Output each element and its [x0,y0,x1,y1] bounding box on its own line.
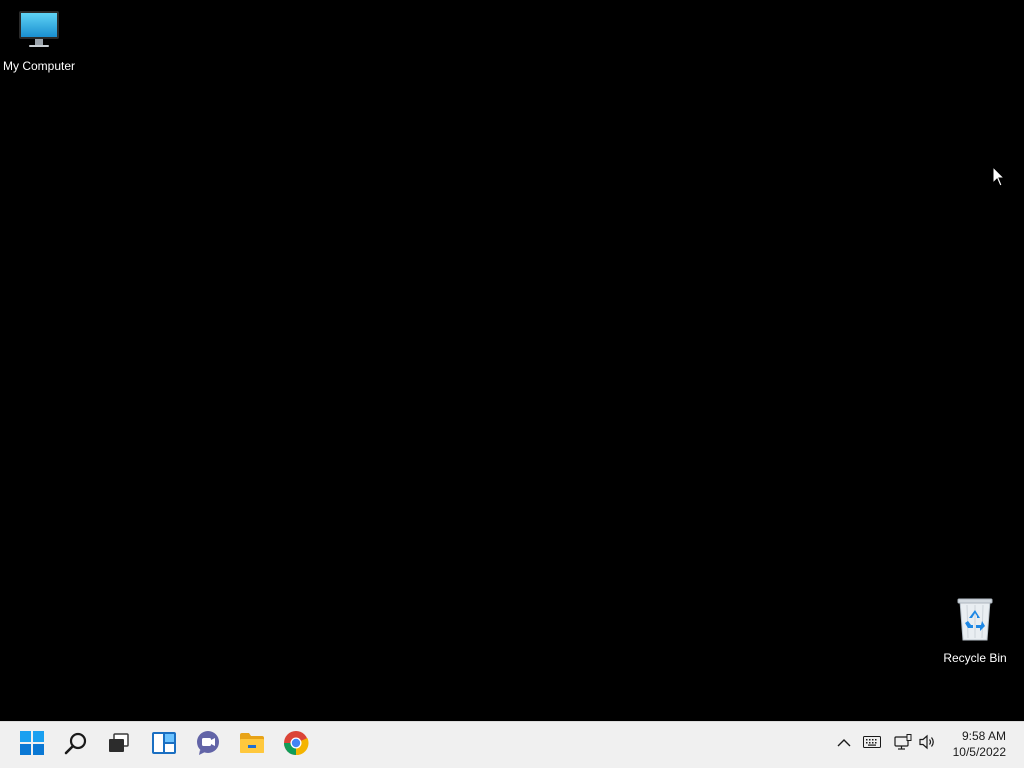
desktop[interactable]: My Computer Recycle Bin [0,0,1024,721]
desktop-icon-my-computer[interactable]: My Computer [0,10,78,74]
folder-icon [239,732,265,759]
file-explorer-button[interactable] [234,728,270,762]
desktop-icon-recycle-bin[interactable]: Recycle Bin [936,596,1014,666]
clock-date: 10/5/2022 [952,745,1006,759]
network-button[interactable] [893,733,913,755]
clock[interactable]: 9:58 AM 10/5/2022 [953,728,1006,760]
monitor-icon [0,10,78,55]
start-button[interactable] [14,728,50,762]
show-hidden-icons-button[interactable] [834,734,854,754]
mouse-cursor-icon [992,166,1006,187]
windows-start-icon [20,730,44,760]
chevron-up-icon [837,735,851,753]
volume-icon [919,734,937,755]
search-icon [64,731,88,760]
taskbar: 9:58 AM 10/5/2022 [0,721,1024,768]
desktop-icon-label: My Computer [2,59,76,73]
desktop-icon-label: Recycle Bin [943,651,1007,665]
input-indicator-button[interactable] [862,734,882,754]
clock-time: 9:58 AM [961,729,1006,743]
keyboard-icon [863,735,881,753]
task-view-icon [107,732,131,759]
widgets-button[interactable] [146,728,182,762]
task-view-button[interactable] [101,728,137,762]
volume-button[interactable] [918,734,938,754]
chrome-button[interactable] [278,728,314,762]
chat-button[interactable] [190,728,226,762]
network-icon [894,733,912,755]
chrome-icon [283,730,309,761]
recycle-bin-icon [936,596,1014,647]
widgets-icon [151,731,177,760]
search-button[interactable] [58,728,94,762]
chat-icon [195,730,221,761]
